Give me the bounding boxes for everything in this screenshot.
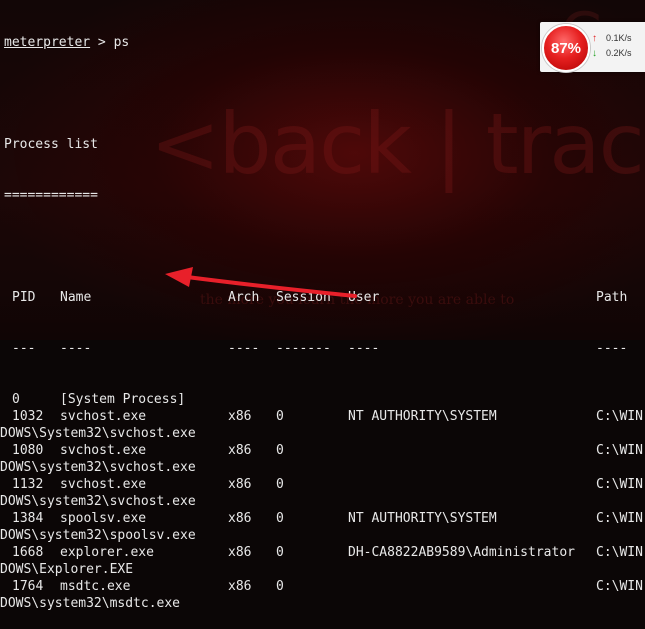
cell-name: [System Process] [60,392,186,407]
cell-session: 0 [276,511,284,526]
cell-arch: x86 [228,443,252,458]
table-row: 1032 svchost.exe x86 0 NT AUTHORITY\SYSTEM C:… [4,408,645,425]
red-arrow-annotation [165,267,357,298]
download-rate: ↓ 0.2K/s [592,48,632,59]
cell-arch: x86 [228,409,252,424]
download-arrow-icon: ↓ [592,48,597,59]
cell-pid: 1764 [12,579,44,594]
cell-pid: 1080 [12,443,44,458]
cell-pid: 1032 [12,409,44,424]
process-table: 0 [System Process] 1032 svchost.exe x86 0 NT A… [0,391,645,612]
upload-arrow-icon: ↑ [592,33,597,44]
path-wrap: DOWS\Explorer.EXE [0,562,134,577]
cell-session: 0 [276,409,284,424]
col-name: Name [60,290,92,305]
cell-arch: x86 [228,579,252,594]
cell-session: 0 [276,579,284,594]
upload-rate: ↑ 0.1K/s [592,33,632,44]
prompt: meterpreter [4,35,91,50]
table-row: 1764 msdtc.exe x86 0 C:\WIN [4,578,645,595]
cell-pid: 1132 [12,477,44,492]
cell-name: svchost.exe [60,477,147,492]
path-wrap: DOWS\system32\msdtc.exe [0,596,181,611]
cell-session: 0 [276,545,284,560]
command-text: > ps [90,35,130,50]
header-rule: --- ---- ---- ------- ---- ---- [12,341,628,356]
arrow-head [165,267,193,287]
cell-name: spoolsv.exe [60,511,147,526]
cell-pid: 0 [12,392,20,407]
cell-name: explorer.exe [60,545,154,560]
table-row: 1668 explorer.exe x86 0 DH-CA8822AB9589\Admi… [4,544,645,561]
cell-pid: 1668 [12,545,44,560]
table-row: 0 [System Process] [4,391,645,408]
col-path: Path [596,290,628,305]
cell-arch: x86 [228,477,252,492]
usage-gauge: 87% [542,24,590,72]
path-wrap: DOWS\System32\svchost.exe [0,426,196,441]
cell-path: C:\WIN [596,545,643,560]
cell-user: NT AUTHORITY\SYSTEM [348,409,497,424]
table-row: 1384 spoolsv.exe x86 0 NT AUTHORITY\SYSTEM C:… [4,510,645,527]
network-monitor-widget[interactable]: 87% ↑ 0.1K/s ↓ 0.2K/s [540,22,645,72]
cell-arch: x86 [228,545,252,560]
table-row: 1132 svchost.exe x86 0 C:\WIN [4,476,645,493]
cell-path: C:\WIN [596,477,643,492]
process-list-title: Process list [4,137,98,152]
cell-user: NT AUTHORITY\SYSTEM [348,511,497,526]
cell-path: C:\WIN [596,409,643,424]
path-wrap: DOWS\system32\spoolsv.exe [0,528,196,543]
cell-path: C:\WIN [596,511,643,526]
cell-session: 0 [276,477,284,492]
cell-pid: 1384 [12,511,44,526]
cell-path: C:\WIN [596,443,643,458]
cell-name: svchost.exe [60,443,147,458]
table-row: 1080 svchost.exe x86 0 C:\WIN [4,442,645,459]
cell-arch: x86 [228,511,252,526]
col-pid: PID [12,290,36,305]
cell-name: svchost.exe [60,409,147,424]
arrow-shaft [185,275,357,298]
path-wrap: DOWS\system32\svchost.exe [0,460,196,475]
title-underline: ============ [4,188,98,203]
cell-name: msdtc.exe [60,579,131,594]
cell-user: DH-CA8822AB9589\Administrator [348,545,575,560]
cell-path: C:\WIN [596,579,643,594]
path-wrap: DOWS\system32\svchost.exe [0,494,196,509]
cell-session: 0 [276,443,284,458]
